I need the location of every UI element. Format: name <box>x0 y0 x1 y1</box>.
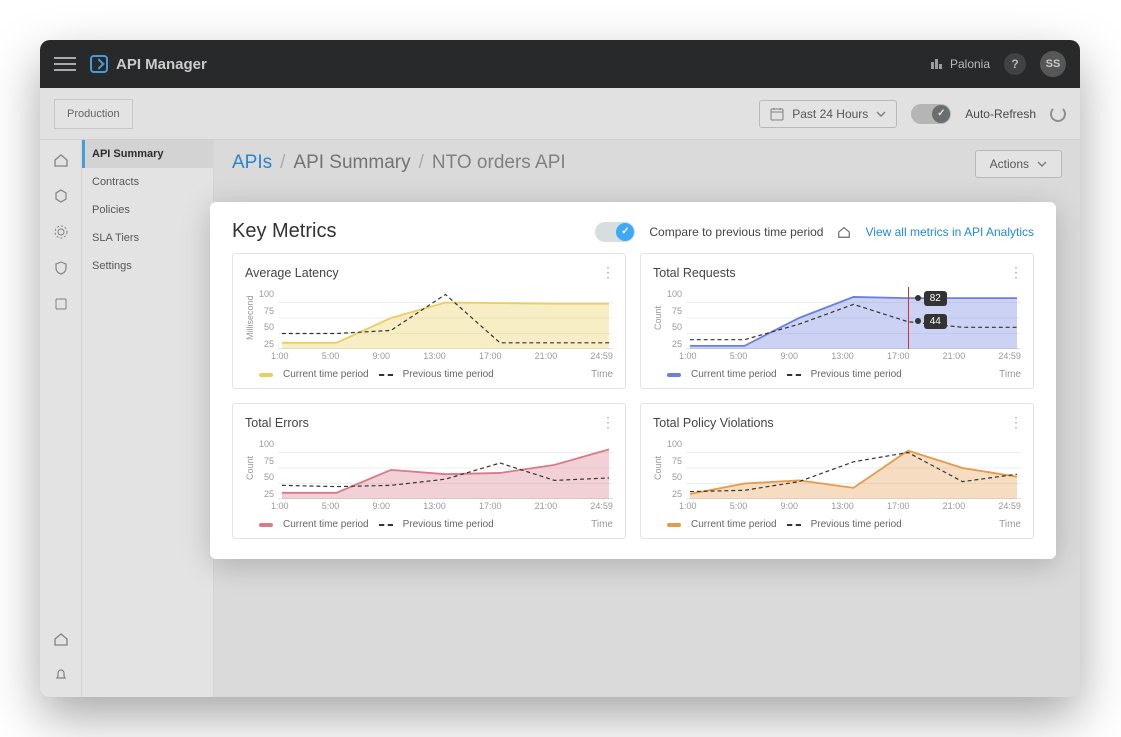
card-title: Average Latency <box>245 266 339 280</box>
panel-title: Key Metrics <box>232 220 336 243</box>
card-title: Total Errors <box>245 416 309 430</box>
x-ticks: 1:005:009:0013:0017:0021:0024:59 <box>271 501 613 511</box>
breadcrumb-root[interactable]: APIs <box>232 152 272 174</box>
card-menu-icon[interactable]: ⋮ <box>601 264 613 281</box>
legend: Current time periodPrevious time periodT… <box>259 369 613 380</box>
app-window: API Manager Palonia ? SS Production Past… <box>40 40 1080 697</box>
card-title: Total Requests <box>653 266 736 280</box>
home-icon[interactable] <box>53 152 69 168</box>
metric-card-latency: Average Latency ⋮ Millisecond 100755025 1:00… <box>232 253 626 389</box>
legend: Current time periodPrevious time periodT… <box>667 369 1021 380</box>
gear-icon[interactable] <box>53 224 69 240</box>
nav-item-contracts[interactable]: Contracts <box>82 168 213 196</box>
metric-card-errors: Total Errors ⋮ Count 100755025 1:005:009:001… <box>232 403 626 539</box>
chevron-down-icon <box>876 111 886 117</box>
key-metrics-panel: Key Metrics Compare to previous time per… <box>210 202 1056 559</box>
card-menu-icon[interactable]: ⋮ <box>601 414 613 431</box>
view-analytics-link[interactable]: View all metrics in API Analytics <box>865 225 1034 239</box>
card-menu-icon[interactable]: ⋮ <box>1009 264 1021 281</box>
environment-selector[interactable]: Production <box>54 99 133 129</box>
menu-icon[interactable] <box>54 57 76 71</box>
breadcrumb-mid[interactable]: API Summary <box>293 152 410 174</box>
subheader: Production Past 24 Hours Auto-Refresh <box>40 88 1080 140</box>
metric-card-requests: Total Requests ⋮ Count 100755025 8244 1:005:0… <box>640 253 1034 389</box>
icon-rail <box>40 140 82 697</box>
app-title: API Manager <box>116 56 207 73</box>
chart-plot[interactable] <box>686 437 1021 499</box>
user-avatar[interactable]: SS <box>1040 51 1066 77</box>
chevron-down-icon <box>1037 161 1047 167</box>
y-axis-label: Count <box>653 287 663 349</box>
card-title: Total Policy Violations <box>653 416 774 430</box>
y-axis-label: Count <box>653 437 663 499</box>
x-ticks: 1:005:009:0013:0017:0021:0024:59 <box>679 351 1021 361</box>
y-ticks: 100755025 <box>667 437 682 499</box>
y-ticks: 100755025 <box>259 287 274 349</box>
cube-icon[interactable] <box>53 188 69 204</box>
box-icon[interactable] <box>53 296 69 312</box>
auto-refresh-toggle[interactable] <box>911 104 951 124</box>
chart-plot[interactable] <box>278 437 613 499</box>
home2-icon[interactable] <box>53 631 69 647</box>
app-logo[interactable]: API Manager <box>90 55 207 73</box>
y-axis-label: Millisecond <box>245 287 255 349</box>
y-ticks: 100755025 <box>667 287 682 349</box>
refresh-icon[interactable] <box>1050 106 1066 122</box>
org-icon <box>930 58 944 70</box>
y-axis-label: Count <box>245 437 255 499</box>
metric-card-violations: Total Policy Violations ⋮ Count 100755025 1:… <box>640 403 1034 539</box>
nav-item-settings[interactable]: Settings <box>82 252 213 280</box>
chart-plot[interactable] <box>278 287 613 349</box>
side-nav: API SummaryContractsPoliciesSLA TiersSet… <box>82 140 214 697</box>
calendar-icon <box>770 107 784 121</box>
auto-refresh-label: Auto-Refresh <box>965 107 1036 121</box>
x-ticks: 1:005:009:0013:0017:0021:0024:59 <box>271 351 613 361</box>
nav-item-policies[interactable]: Policies <box>82 196 213 224</box>
legend: Current time periodPrevious time periodT… <box>259 519 613 530</box>
breadcrumb-leaf: NTO orders API <box>432 152 566 174</box>
x-ticks: 1:005:009:0013:0017:0021:0024:59 <box>679 501 1021 511</box>
legend: Current time periodPrevious time periodT… <box>667 519 1021 530</box>
chart-plot[interactable]: 8244 <box>686 287 1021 349</box>
breadcrumb: APIs / API Summary / NTO orders API <box>232 152 1062 174</box>
nav-item-sla-tiers[interactable]: SLA Tiers <box>82 224 213 252</box>
topbar: API Manager Palonia ? SS <box>40 40 1080 88</box>
compare-toggle[interactable] <box>595 222 635 242</box>
time-range-dropdown[interactable]: Past 24 Hours <box>759 100 897 128</box>
analytics-icon <box>837 225 851 239</box>
card-menu-icon[interactable]: ⋮ <box>1009 414 1021 431</box>
logo-icon <box>90 55 108 73</box>
help-button[interactable]: ? <box>1004 53 1026 75</box>
shield-icon[interactable] <box>53 260 69 276</box>
org-switcher[interactable]: Palonia <box>930 57 990 71</box>
nav-item-api-summary[interactable]: API Summary <box>82 140 213 168</box>
y-ticks: 100755025 <box>259 437 274 499</box>
bell-icon[interactable] <box>53 667 69 683</box>
actions-dropdown[interactable]: Actions <box>975 150 1062 178</box>
compare-label: Compare to previous time period <box>649 225 823 239</box>
org-name: Palonia <box>950 57 990 71</box>
